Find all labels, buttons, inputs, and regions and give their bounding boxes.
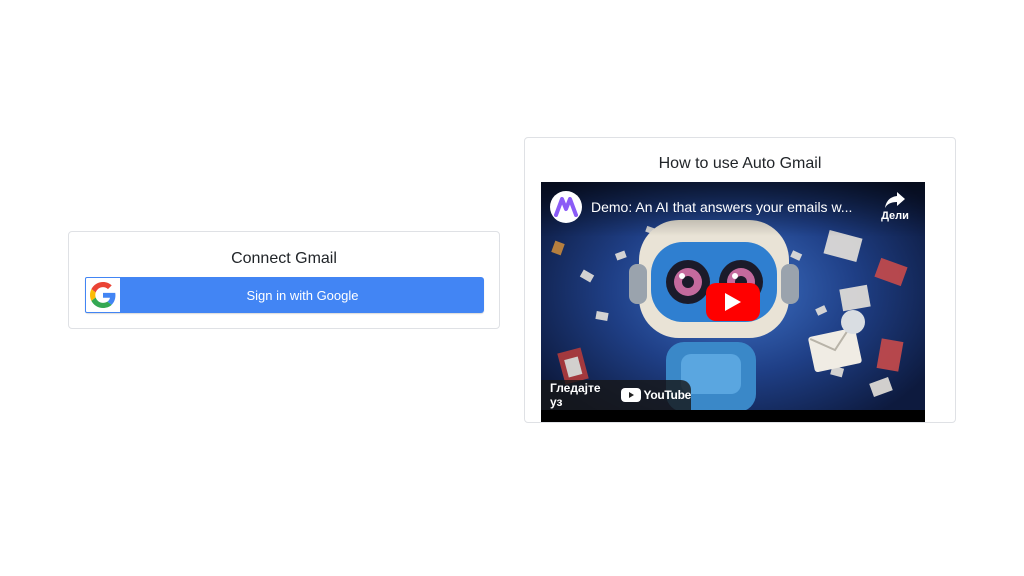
google-signin-label: Sign in with Google bbox=[246, 287, 359, 303]
google-signin-button[interactable]: Sign in with Google bbox=[85, 277, 484, 313]
watch-on-label: Гледајте уз bbox=[550, 381, 601, 409]
share-button[interactable]: Дели bbox=[875, 192, 915, 222]
share-label: Дели bbox=[881, 210, 909, 222]
youtube-video-embed[interactable]: Demo: An AI that answers your emails w..… bbox=[541, 182, 925, 422]
connect-gmail-title: Connect Gmail bbox=[231, 250, 337, 267]
how-to-use-title: How to use Auto Gmail bbox=[658, 155, 822, 172]
connect-gmail-card: Connect Gmail Sign in with Google bbox=[68, 231, 500, 329]
channel-avatar[interactable] bbox=[550, 191, 582, 223]
play-icon bbox=[725, 293, 741, 311]
channel-logo-icon bbox=[554, 197, 578, 217]
youtube-wordmark: YouTube bbox=[643, 388, 692, 402]
google-logo-container bbox=[85, 277, 121, 313]
watch-on-youtube-button[interactable]: Гледајте уз YouTube bbox=[541, 380, 691, 410]
video-title[interactable]: Demo: An AI that answers your emails w..… bbox=[591, 199, 861, 215]
youtube-logo-icon bbox=[620, 388, 641, 402]
how-to-use-card: How to use Auto Gmail Demo: An AI that a… bbox=[524, 137, 956, 423]
share-icon bbox=[885, 192, 905, 208]
google-logo-icon bbox=[90, 282, 116, 308]
video-bottom-bar bbox=[541, 410, 925, 422]
youtube-logo: YouTube bbox=[620, 388, 692, 402]
play-button[interactable] bbox=[706, 283, 760, 321]
